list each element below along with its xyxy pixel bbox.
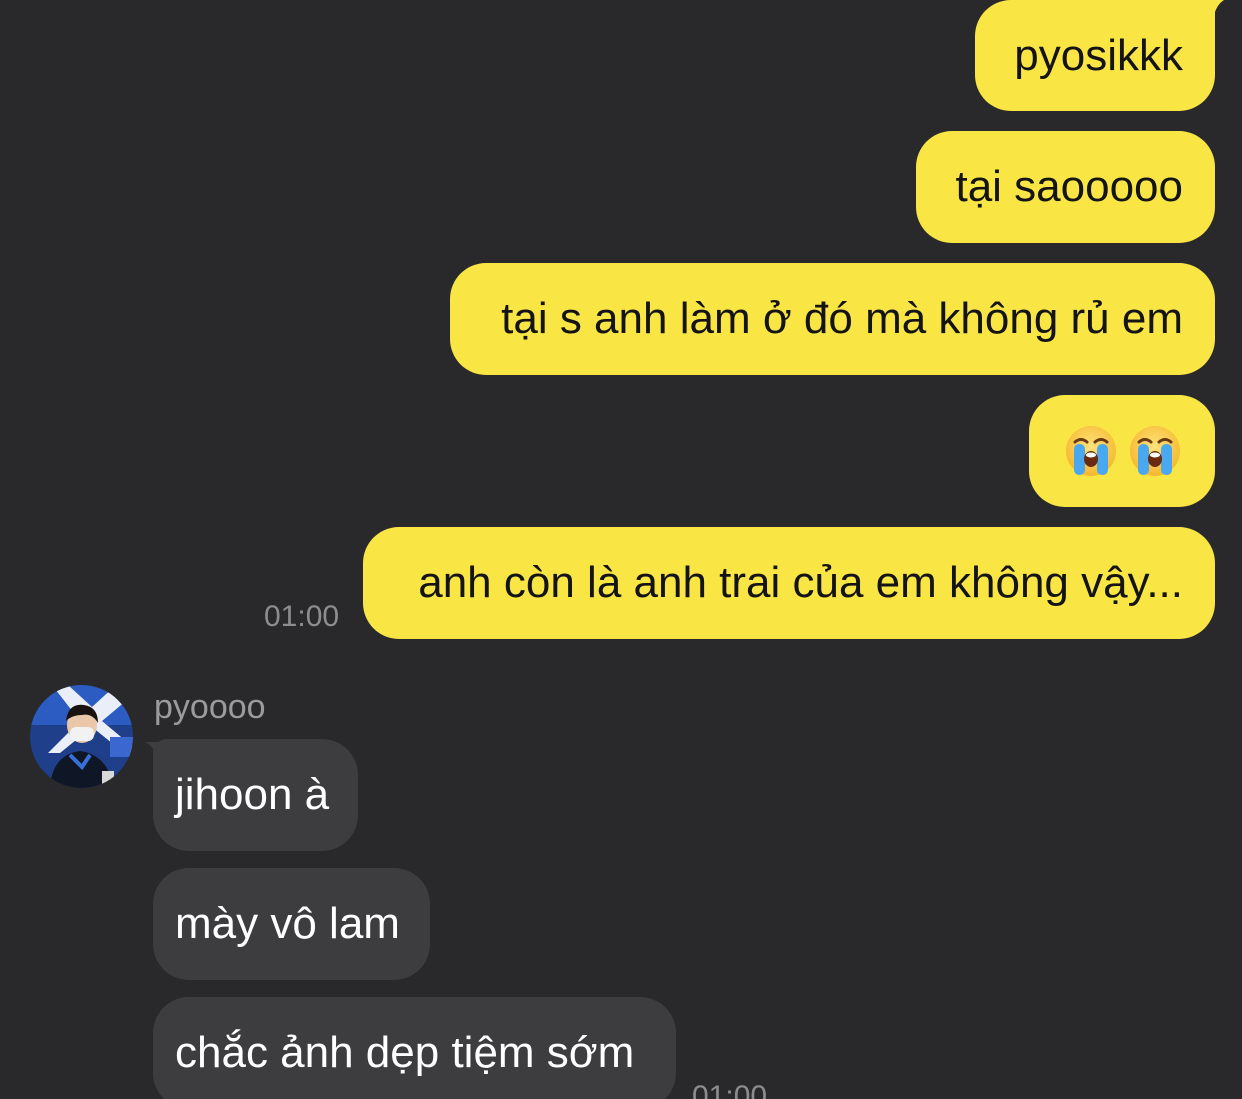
message-timestamp: 01:00 xyxy=(692,1080,768,1099)
loudly-crying-face-icon xyxy=(1066,426,1116,476)
incoming-message[interactable]: chắc ảnh dẹp tiệm sớm xyxy=(153,997,676,1099)
outgoing-message[interactable]: anh còn là anh trai của em không vậy... xyxy=(363,527,1215,639)
message-timestamp: 01:00 xyxy=(264,600,340,633)
message-text: tại s anh làm ở đó mà không rủ em xyxy=(501,294,1183,343)
loudly-crying-face-icon xyxy=(1130,426,1180,476)
sender-name: pyoooo xyxy=(154,688,266,726)
outgoing-message[interactable]: tại s anh làm ở đó mà không rủ em xyxy=(450,263,1215,375)
profile-photo xyxy=(30,685,133,788)
incoming-message[interactable]: mày vô lam xyxy=(153,868,430,980)
avatar[interactable] xyxy=(30,685,133,788)
incoming-message[interactable]: jihoon à xyxy=(153,739,358,851)
chat-screen: pyosikkk tại saooooo tại s anh làm ở đó … xyxy=(0,0,1242,1099)
message-text: pyosikkk xyxy=(1014,30,1183,80)
message-text: chắc ảnh dẹp tiệm sớm xyxy=(175,1028,635,1077)
outgoing-message[interactable]: pyosikkk xyxy=(975,0,1215,111)
message-text: tại saooooo xyxy=(955,162,1183,211)
bubble-tail xyxy=(1196,0,1224,26)
message-text: mày vô lam xyxy=(175,899,400,948)
message-text: anh còn là anh trai của em không vậy... xyxy=(418,558,1183,607)
outgoing-emoji-message[interactable] xyxy=(1029,395,1215,507)
outgoing-message[interactable]: tại saooooo xyxy=(916,131,1215,243)
message-text: jihoon à xyxy=(175,770,330,819)
